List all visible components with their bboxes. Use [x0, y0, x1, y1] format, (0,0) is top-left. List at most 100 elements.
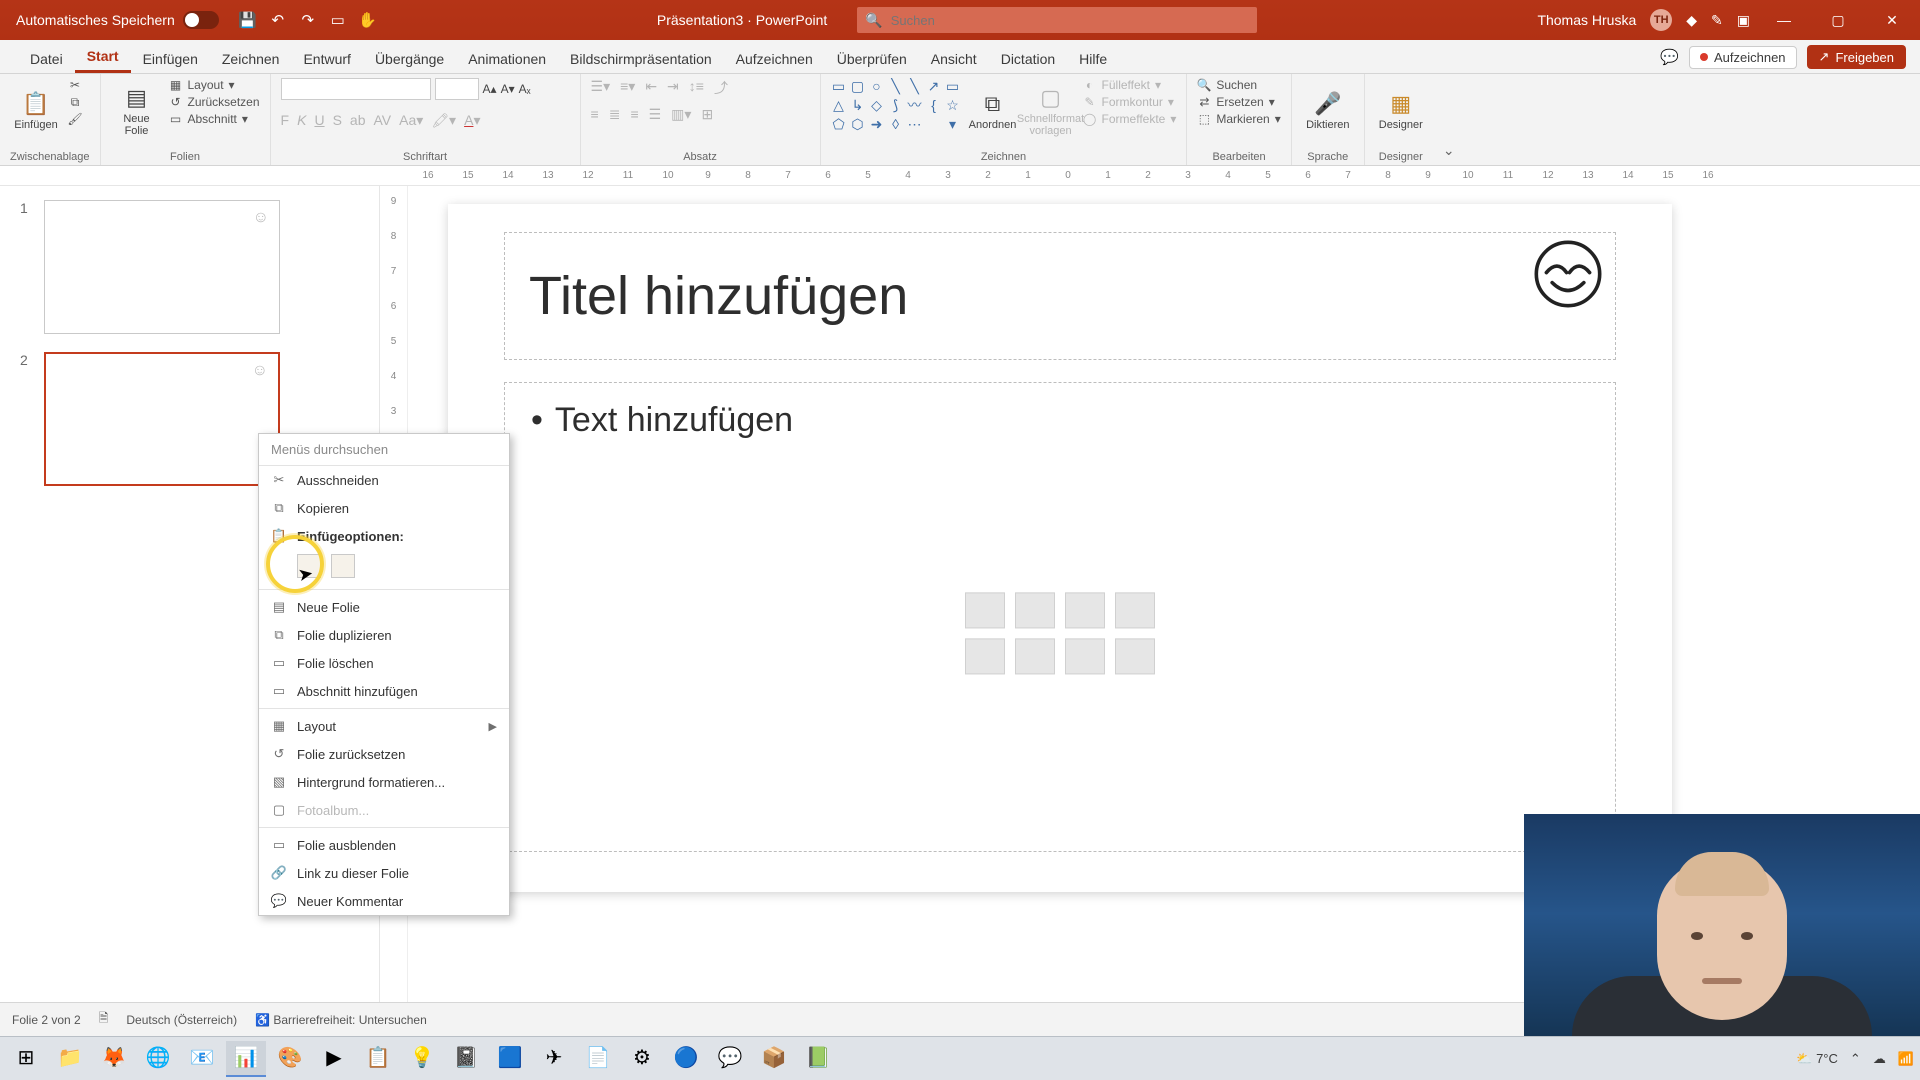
align-right-icon[interactable]: ≡ — [630, 106, 638, 123]
comments-icon[interactable]: 💬 — [1660, 48, 1679, 66]
shape-more-icon[interactable]: ⋯ — [907, 116, 923, 132]
shape-rect-icon[interactable]: ▭ — [831, 78, 847, 94]
accessibility-indicator[interactable]: ♿ Barrierefreiheit: Untersuchen — [255, 1013, 427, 1027]
shape-callout-icon[interactable]: ◊ — [888, 116, 904, 132]
ctx-delete[interactable]: ▭Folie löschen — [259, 649, 509, 677]
undo-icon[interactable]: ↶ — [269, 11, 287, 29]
replace-button[interactable]: ⇄Ersetzen ▾ — [1197, 95, 1280, 109]
ctx-reset[interactable]: ↺Folie zurücksetzen — [259, 740, 509, 768]
italic-button[interactable]: K — [297, 112, 306, 129]
app9-icon[interactable]: 📦 — [754, 1041, 794, 1077]
search-box[interactable]: 🔍 — [857, 7, 1257, 33]
text-direction-icon[interactable]: ⤴ — [714, 78, 728, 98]
toggle-switch-icon[interactable] — [183, 11, 219, 29]
weather-widget[interactable]: ⛅ 7°C — [1796, 1051, 1838, 1067]
paste-picture-icon[interactable] — [331, 554, 355, 578]
strike-button[interactable]: S — [333, 112, 342, 129]
align-left-icon[interactable]: ≡ — [591, 106, 599, 123]
ctx-hide[interactable]: ▭Folie ausblenden — [259, 831, 509, 859]
tab-aufzeichnen[interactable]: Aufzeichnen — [724, 45, 825, 73]
tray-cloud-icon[interactable]: ☁ — [1873, 1051, 1886, 1067]
quick-styles-button[interactable]: ▢Schnellformat vorlagen — [1025, 78, 1077, 144]
select-button[interactable]: ⬚Markieren ▾ — [1197, 112, 1280, 126]
app8-icon[interactable]: 💬 — [710, 1041, 750, 1077]
shape-conn-icon[interactable]: ↳ — [850, 97, 866, 113]
spellcheck-icon[interactable]: 🗎 — [99, 1009, 109, 1030]
shape-brace-icon[interactable]: { — [926, 97, 942, 113]
app7-icon[interactable]: 🔵 — [666, 1041, 706, 1077]
search-input[interactable] — [891, 13, 1250, 28]
thumbnail-preview[interactable]: ☺ — [44, 200, 280, 334]
indent-inc-icon[interactable]: ⇥ — [667, 78, 679, 98]
insert-icon-icon[interactable] — [1115, 638, 1155, 674]
shapes-expand-icon[interactable]: ▾ — [945, 116, 961, 132]
excel-icon[interactable]: 📗 — [798, 1041, 838, 1077]
shape-pentagon-icon[interactable]: ⬠ — [831, 116, 847, 132]
shrink-font-icon[interactable]: A▾ — [501, 82, 515, 96]
shape-line2-icon[interactable]: ╲ — [907, 78, 923, 94]
insert-table-icon[interactable] — [965, 592, 1005, 628]
smartart-icon[interactable]: ⊞ — [701, 106, 713, 123]
powerpoint-icon[interactable]: 📊 — [226, 1041, 266, 1077]
format-painter-button[interactable]: 🖌 — [68, 112, 82, 126]
numbering-icon[interactable]: ≡▾ — [620, 78, 635, 98]
body-placeholder[interactable]: •Text hinzufügen — [504, 382, 1616, 852]
insert-picture-icon[interactable] — [965, 638, 1005, 674]
line-spacing-icon[interactable]: ↕≡ — [689, 78, 704, 98]
insert-smartart-icon[interactable] — [1065, 592, 1105, 628]
vlc-icon[interactable]: ▶ — [314, 1041, 354, 1077]
indent-dec-icon[interactable]: ⇤ — [645, 78, 657, 98]
ctx-duplicate[interactable]: ⧉Folie duplizieren — [259, 621, 509, 649]
outlook-icon[interactable]: 📧 — [182, 1041, 222, 1077]
user-avatar[interactable]: TH — [1650, 9, 1672, 31]
designer-button[interactable]: ▦Designer — [1375, 78, 1427, 144]
close-button[interactable]: ✕ — [1872, 0, 1912, 40]
spacing-button[interactable]: AV — [373, 112, 391, 129]
collapse-ribbon-button[interactable]: ⌄ — [1437, 74, 1461, 165]
clear-format-icon[interactable]: Aₓ — [519, 82, 531, 96]
shape-arrow-icon[interactable]: ↗ — [926, 78, 942, 94]
context-menu-search[interactable]: Menüs durchsuchen — [259, 434, 509, 466]
onenote-icon[interactable]: 📓 — [446, 1041, 486, 1077]
insert-chart-icon[interactable] — [1015, 592, 1055, 628]
maximize-button[interactable]: ▢ — [1818, 0, 1858, 40]
align-center-icon[interactable]: ≣ — [609, 106, 621, 123]
highlight-button[interactable]: 🖍▾ — [431, 112, 456, 129]
tab-bildschirm[interactable]: Bildschirmpräsentation — [558, 45, 724, 73]
firefox-icon[interactable]: 🦊 — [94, 1041, 134, 1077]
record-button[interactable]: Aufzeichnen — [1689, 46, 1797, 69]
ctx-layout[interactable]: ▦Layout▶ — [259, 712, 509, 740]
ctx-add-section[interactable]: ▭Abschnitt hinzufügen — [259, 677, 509, 705]
redo-icon[interactable]: ↷ — [299, 11, 317, 29]
language-indicator[interactable]: Deutsch (Österreich) — [126, 1013, 237, 1027]
ctx-cut[interactable]: ✂Ausschneiden — [259, 466, 509, 494]
paste-button[interactable]: 📋Einfügen — [10, 78, 62, 144]
tab-entwurf[interactable]: Entwurf — [291, 45, 362, 73]
font-family-select[interactable] — [281, 78, 431, 100]
tab-ansicht[interactable]: Ansicht — [919, 45, 989, 73]
shape-arrow2-icon[interactable]: ➜ — [869, 116, 885, 132]
slide[interactable]: Titel hinzufügen •Text hinzufügen — [448, 204, 1672, 892]
explorer-icon[interactable]: 📁 — [50, 1041, 90, 1077]
app6-icon[interactable]: ⚙ — [622, 1041, 662, 1077]
reset-button[interactable]: ↺Zurücksetzen — [169, 95, 260, 109]
slide-counter[interactable]: Folie 2 von 2 — [12, 1013, 81, 1027]
shape-effects-button[interactable]: ◯Formeffekte ▾ — [1083, 112, 1177, 126]
underline-button[interactable]: U — [314, 112, 324, 129]
shadow-button[interactable]: ab — [350, 112, 366, 129]
dictate-button[interactable]: 🎤Diktieren — [1302, 78, 1354, 144]
font-color-button[interactable]: A▾ — [464, 112, 480, 129]
tab-animationen[interactable]: Animationen — [456, 45, 558, 73]
save-icon[interactable]: 💾 — [239, 11, 257, 29]
start-show-icon[interactable]: ▭ — [329, 11, 347, 29]
tab-datei[interactable]: Datei — [18, 45, 75, 73]
thumbnail-1[interactable]: 1 ☺ — [20, 200, 379, 334]
new-slide-button[interactable]: ▤Neue Folie — [111, 78, 163, 144]
bold-button[interactable]: F — [281, 112, 290, 129]
case-button[interactable]: Aa▾ — [399, 112, 423, 129]
app3-icon[interactable]: 💡 — [402, 1041, 442, 1077]
tab-einfuegen[interactable]: Einfügen — [131, 45, 210, 73]
app2-icon[interactable]: 📋 — [358, 1041, 398, 1077]
diamond-icon[interactable]: ◆ — [1686, 12, 1697, 29]
app4-icon[interactable]: 🟦 — [490, 1041, 530, 1077]
